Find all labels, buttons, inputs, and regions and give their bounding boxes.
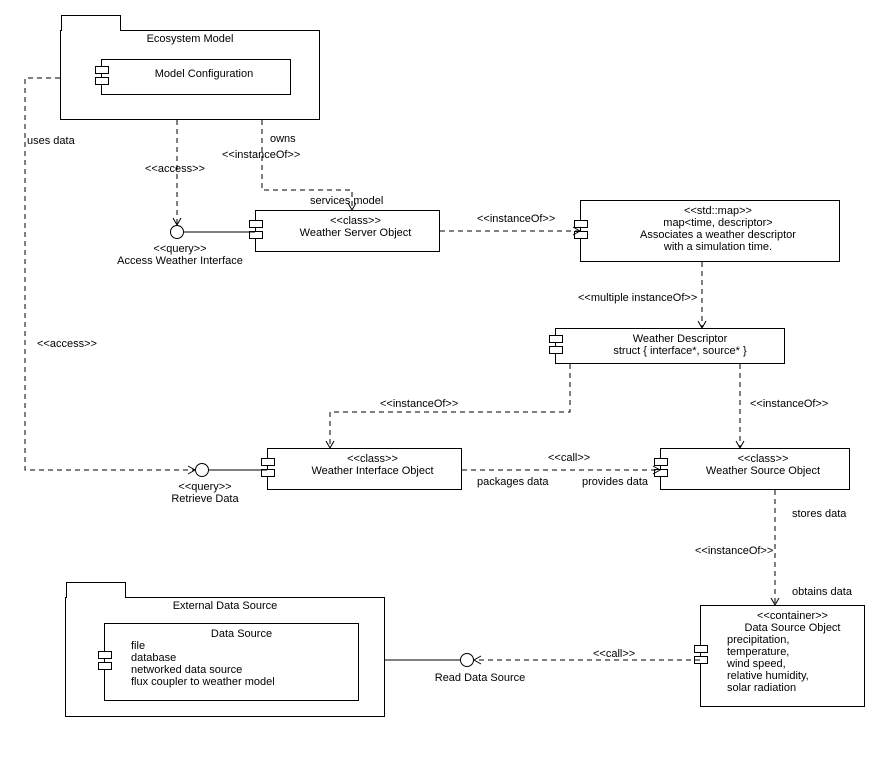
l3: wind speed, — [727, 658, 858, 670]
interface-retrieve-data — [195, 463, 209, 477]
l2: temperature, — [727, 646, 858, 658]
stereo: <<class>> — [278, 215, 433, 227]
interface-label: <<query>> Retrieve Data — [150, 481, 260, 505]
package-tab — [61, 15, 121, 31]
stereo: <<container>> — [727, 610, 858, 622]
stereo: <<std::map>> — [603, 205, 833, 217]
interface-read-data-source — [460, 653, 474, 667]
edge-label: <<instanceOf>> — [222, 149, 300, 161]
edge-label: obtains data — [792, 586, 852, 598]
edge-label: services model — [310, 195, 383, 207]
edge-label: <<access>> — [37, 338, 97, 350]
l1: precipitation, — [727, 634, 858, 646]
diagram-canvas: Ecosystem Model Model Configuration <<qu… — [0, 0, 890, 771]
l3: with a simulation time. — [603, 241, 833, 253]
edge-label: <<call>> — [593, 648, 635, 660]
edge-label: stores data — [792, 508, 846, 520]
edge-label: <<access>> — [145, 163, 205, 175]
stereo: <<class>> — [290, 453, 455, 465]
l4: flux coupler to weather model — [131, 676, 352, 688]
l1: file — [131, 640, 352, 652]
title: Data Source — [131, 628, 352, 640]
title: Data Source Object — [727, 622, 858, 634]
stereo: <<class>> — [683, 453, 843, 465]
interface-label: <<query>> Access Weather Interface — [105, 243, 255, 267]
component-data-source: Data Source file database networked data… — [104, 623, 359, 701]
edge-label: provides data — [582, 476, 648, 488]
edge-label: <<call>> — [548, 452, 590, 464]
title: Weather Interface Object — [290, 465, 455, 477]
component-weather-source: <<class>> Weather Source Object — [660, 448, 850, 490]
component-model-configuration: Model Configuration — [101, 59, 291, 95]
l5: solar radiation — [727, 682, 858, 694]
interface-label: Read Data Source — [420, 672, 540, 684]
l3: networked data source — [131, 664, 352, 676]
title: Weather Descriptor — [582, 333, 778, 345]
title: Weather Source Object — [683, 465, 843, 477]
edge-label: uses data — [27, 135, 75, 147]
l2: Associates a weather descriptor — [603, 229, 833, 241]
edge-label: <<instanceOf>> — [695, 545, 773, 557]
edge-label: <<instanceOf>> — [380, 398, 458, 410]
edge-label: <<multiple instanceOf>> — [578, 292, 697, 304]
l1: map<time, descriptor> — [603, 217, 833, 229]
edge-label: <<instanceOf>> — [477, 213, 555, 225]
l4: relative humidity, — [727, 670, 858, 682]
interface-access-weather — [170, 225, 184, 239]
package-title: External Data Source — [66, 600, 384, 612]
component-weather-descriptor: Weather Descriptor struct { interface*, … — [555, 328, 785, 364]
edge-label: packages data — [477, 476, 549, 488]
package-external: External Data Source Data Source file da… — [65, 597, 385, 717]
edge-label: <<instanceOf>> — [750, 398, 828, 410]
component-data-source-object: <<container>> Data Source Object precipi… — [700, 605, 865, 707]
package-ecosystem: Ecosystem Model Model Configuration — [60, 30, 320, 120]
title: Weather Server Object — [278, 227, 433, 239]
component-weather-server: <<class>> Weather Server Object — [255, 210, 440, 252]
component-std-map: <<std::map>> map<time, descriptor> Assoc… — [580, 200, 840, 262]
component-weather-interface: <<class>> Weather Interface Object — [267, 448, 462, 490]
edge-label: owns — [270, 133, 296, 145]
component-title: Model Configuration — [124, 68, 284, 80]
l2: database — [131, 652, 352, 664]
package-tab — [66, 582, 126, 598]
package-title: Ecosystem Model — [61, 33, 319, 45]
sub: struct { interface*, source* } — [582, 345, 778, 357]
